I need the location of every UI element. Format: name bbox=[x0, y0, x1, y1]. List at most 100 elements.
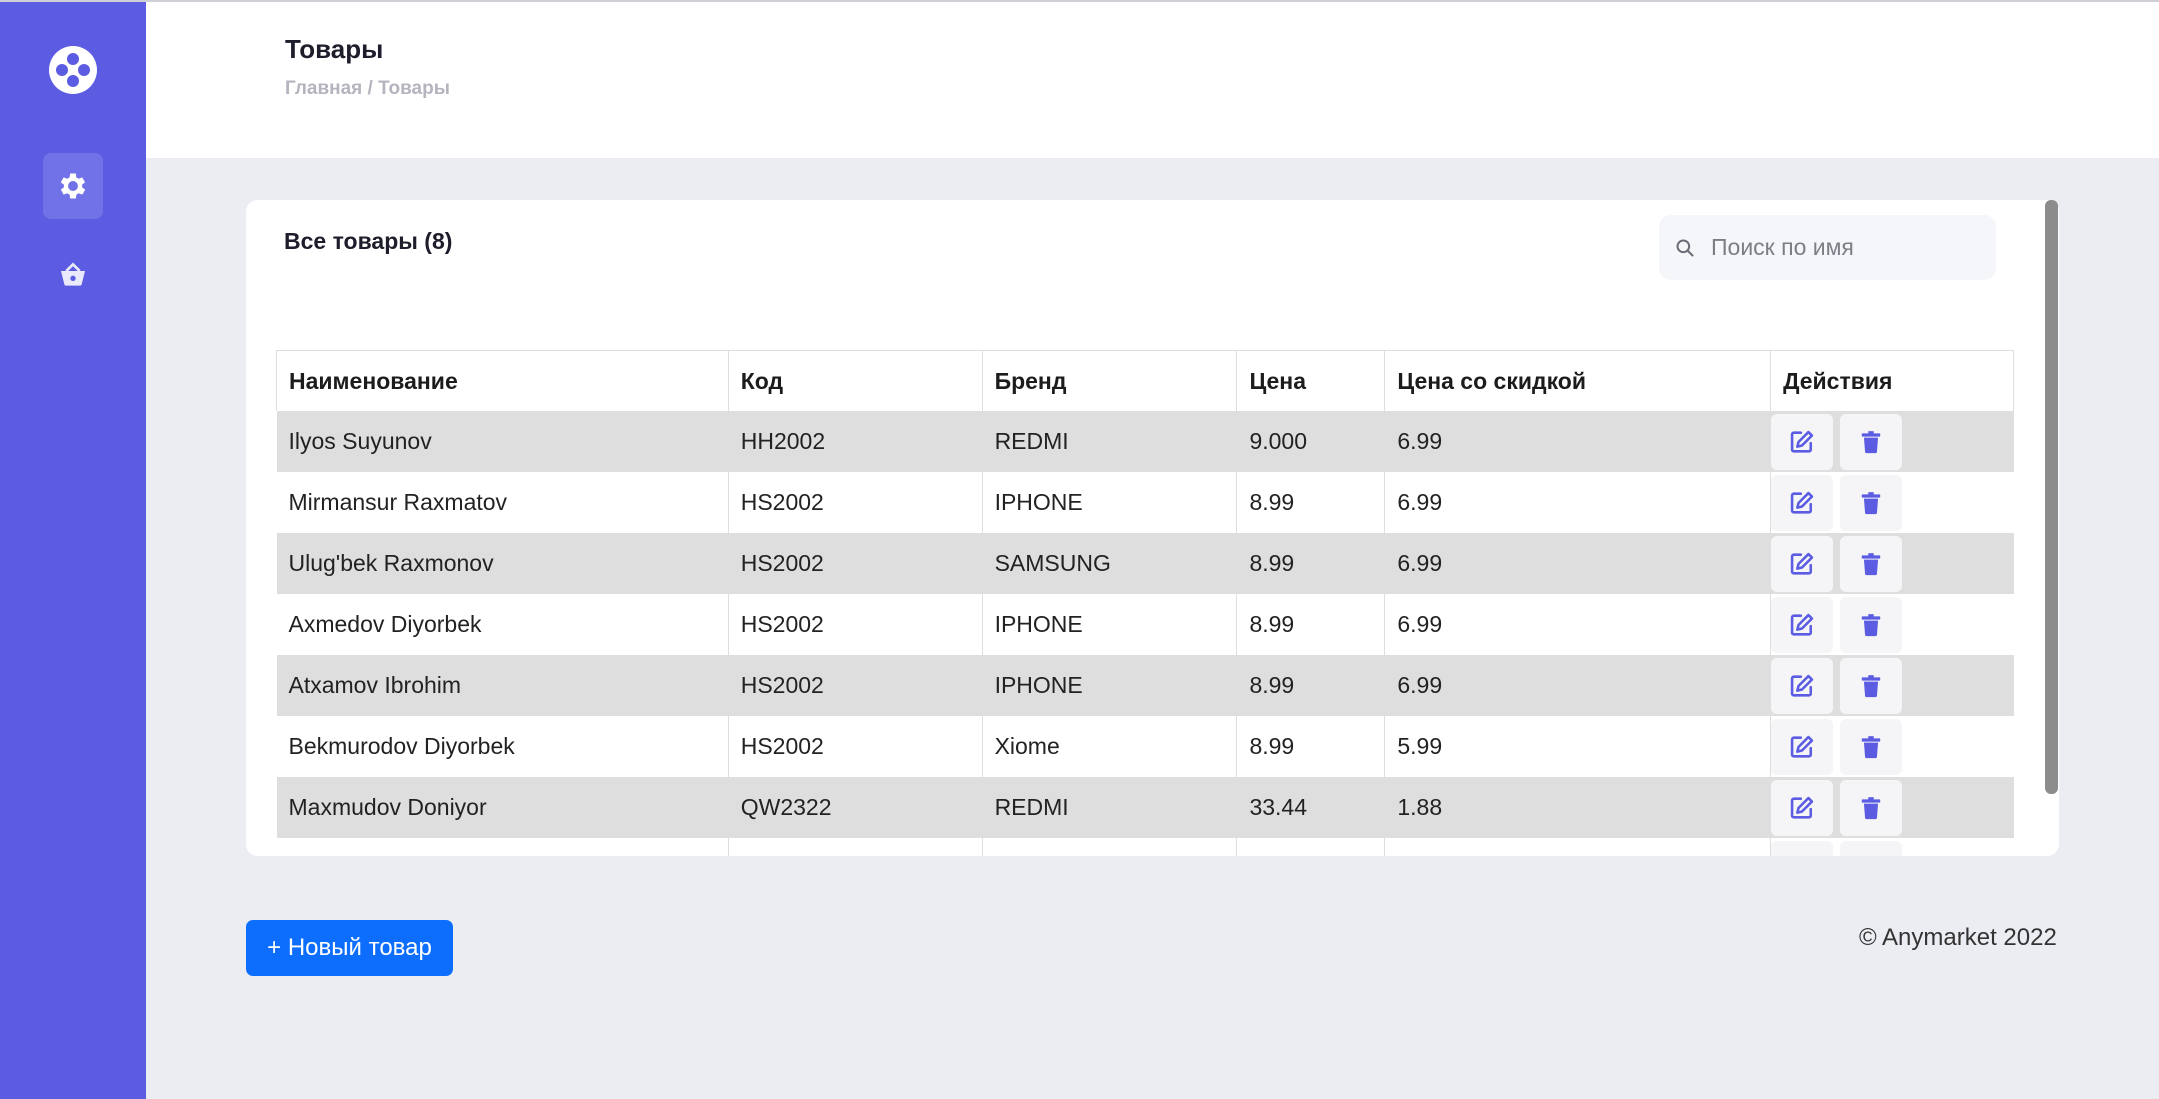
footer-copyright: © Anymarket 2022 bbox=[1859, 924, 2057, 951]
cell-code: QW2322 bbox=[728, 777, 983, 838]
delete-button[interactable] bbox=[1840, 413, 1903, 470]
edit-icon bbox=[1790, 735, 1814, 758]
cell-actions bbox=[1770, 716, 2014, 777]
table-row[interactable]: Maxmudov Doniyor QW2322 REDMI 33.44 1.88 bbox=[276, 777, 2014, 838]
table-row[interactable]: Bekmurodov Diyorbek HS2002 Xiome 8.99 5.… bbox=[276, 716, 2014, 777]
edit-icon bbox=[1790, 491, 1814, 514]
cell-discount-price: 6.99 bbox=[1384, 411, 1772, 472]
breadcrumb[interactable]: Главная / Товары bbox=[285, 78, 450, 100]
delete-button[interactable] bbox=[1840, 779, 1903, 836]
cell-name: Maxmudov Doniyor bbox=[276, 777, 729, 838]
cell-discount-price: 6.99 bbox=[1384, 472, 1772, 533]
basket-icon bbox=[61, 262, 85, 286]
search-box[interactable] bbox=[1659, 215, 1996, 280]
cell-name bbox=[276, 838, 729, 856]
edit-button[interactable] bbox=[1771, 474, 1834, 531]
column-header-price[interactable]: Цена bbox=[1236, 350, 1386, 411]
edit-icon bbox=[1790, 796, 1814, 819]
sidebar-item-products[interactable] bbox=[43, 242, 103, 308]
trash-icon bbox=[1861, 491, 1881, 514]
cell-discount-price: 1.88 bbox=[1384, 777, 1772, 838]
page-title: Товары bbox=[285, 34, 384, 64]
sidebar-item-settings[interactable] bbox=[43, 153, 103, 219]
cell-brand: SAMSUNG bbox=[982, 533, 1238, 594]
sidebar bbox=[0, 2, 146, 1099]
edit-button[interactable] bbox=[1771, 840, 1834, 856]
edit-icon bbox=[1790, 674, 1814, 697]
delete-button[interactable] bbox=[1840, 718, 1903, 775]
cell-actions bbox=[1770, 777, 2014, 838]
cell-discount-price bbox=[1384, 838, 1772, 856]
cell-price: 8.99 bbox=[1236, 472, 1386, 533]
edit-icon bbox=[1790, 613, 1814, 636]
trash-icon bbox=[1861, 552, 1881, 575]
card-title: Все товары (8) bbox=[284, 228, 453, 254]
edit-button[interactable] bbox=[1771, 657, 1834, 714]
cell-brand: IPHONE bbox=[982, 655, 1238, 716]
cell-price: 8.99 bbox=[1236, 594, 1386, 655]
cell-name: Ulug'bek Raxmonov bbox=[276, 533, 729, 594]
cell-brand: REDMI bbox=[982, 777, 1238, 838]
edit-icon bbox=[1790, 430, 1814, 453]
cell-name: Bekmurodov Diyorbek bbox=[276, 716, 729, 777]
cell-name: Ilyos Suyunov bbox=[276, 411, 729, 472]
trash-icon bbox=[1861, 796, 1881, 819]
table-header-row: Наименование Код Бренд Цена Цена со скид… bbox=[276, 350, 2014, 411]
trash-icon bbox=[1861, 613, 1881, 636]
cell-brand: IPHONE bbox=[982, 472, 1238, 533]
cell-actions bbox=[1770, 533, 2014, 594]
cell-brand: REDMI bbox=[982, 411, 1238, 472]
edit-button[interactable] bbox=[1771, 718, 1834, 775]
table-row[interactable]: Axmedov Diyorbek HS2002 IPHONE 8.99 6.99 bbox=[276, 594, 2014, 655]
column-header-name[interactable]: Наименование bbox=[276, 350, 729, 411]
cell-discount-price: 6.99 bbox=[1384, 655, 1772, 716]
trash-icon bbox=[1861, 430, 1881, 453]
cell-price bbox=[1236, 838, 1386, 856]
edit-button[interactable] bbox=[1771, 413, 1834, 470]
edit-icon bbox=[1790, 552, 1814, 575]
edit-button[interactable] bbox=[1771, 535, 1834, 592]
trash-icon bbox=[1861, 674, 1881, 697]
cell-code: HS2002 bbox=[728, 472, 983, 533]
edit-button[interactable] bbox=[1771, 779, 1834, 836]
column-header-brand[interactable]: Бренд bbox=[982, 350, 1238, 411]
table-row[interactable]: Ilyos Suyunov HH2002 REDMI 9.000 6.99 bbox=[276, 411, 2014, 472]
table-row[interactable]: Atxamov Ibrohim HS2002 IPHONE 8.99 6.99 bbox=[276, 655, 2014, 716]
cell-code: HH2002 bbox=[728, 411, 983, 472]
cell-name: Atxamov Ibrohim bbox=[276, 655, 729, 716]
delete-button[interactable] bbox=[1840, 657, 1903, 714]
gear-icon bbox=[60, 173, 86, 199]
page-header: Товары Главная / Товары bbox=[146, 2, 2159, 158]
cell-brand: IPHONE bbox=[982, 594, 1238, 655]
column-header-actions: Действия bbox=[1770, 350, 2014, 411]
column-header-code[interactable]: Код bbox=[728, 350, 983, 411]
cell-brand: Xiome bbox=[982, 716, 1238, 777]
delete-button[interactable] bbox=[1840, 596, 1903, 653]
scrollbar[interactable] bbox=[2045, 200, 2058, 794]
products-card: Все товары (8) Наименование Код Бренд Це… bbox=[246, 200, 2059, 856]
edit-button[interactable] bbox=[1771, 596, 1834, 653]
cell-actions bbox=[1770, 472, 2014, 533]
cell-price: 8.99 bbox=[1236, 655, 1386, 716]
cell-discount-price: 5.99 bbox=[1384, 716, 1772, 777]
table-row[interactable]: Ulug'bek Raxmonov HS2002 SAMSUNG 8.99 6.… bbox=[276, 533, 2014, 594]
search-input[interactable] bbox=[1709, 233, 1983, 262]
delete-button[interactable] bbox=[1840, 840, 1903, 856]
delete-button[interactable] bbox=[1840, 474, 1903, 531]
cell-brand bbox=[982, 838, 1238, 856]
delete-button[interactable] bbox=[1840, 535, 1903, 592]
search-icon bbox=[1675, 237, 1697, 259]
logo[interactable] bbox=[49, 46, 97, 94]
cell-code: HS2002 bbox=[728, 594, 983, 655]
table-row[interactable] bbox=[276, 838, 2014, 856]
table-row[interactable]: Mirmansur Raxmatov HS2002 IPHONE 8.99 6.… bbox=[276, 472, 2014, 533]
logo-petal bbox=[67, 53, 79, 65]
cell-discount-price: 6.99 bbox=[1384, 533, 1772, 594]
new-product-button[interactable]: + Новый товар bbox=[246, 920, 453, 976]
trash-icon bbox=[1861, 735, 1881, 758]
logo-petal bbox=[56, 64, 68, 76]
cell-price: 33.44 bbox=[1236, 777, 1386, 838]
cell-price: 8.99 bbox=[1236, 533, 1386, 594]
cell-actions bbox=[1770, 838, 2014, 856]
column-header-discount-price[interactable]: Цена со скидкой bbox=[1384, 350, 1772, 411]
